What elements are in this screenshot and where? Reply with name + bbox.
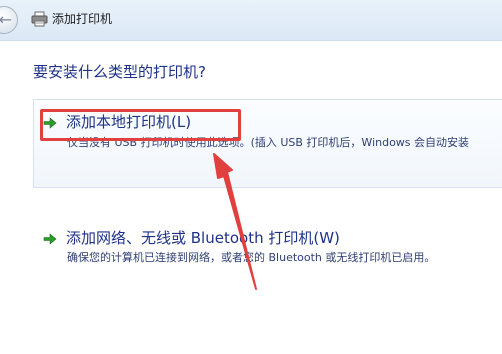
option-network-title[interactable]: 添加网络、无线或 Bluetooth 打印机(W) xyxy=(66,228,340,248)
back-button[interactable]: ← xyxy=(0,6,18,34)
window-title: 添加打印机 xyxy=(52,12,113,26)
annotation-highlight-box xyxy=(40,109,241,141)
green-arrow-icon xyxy=(43,233,57,245)
option-network-description: 确保您的计算机已连接到网络，或者您的 Bluetooth 或无线打印机已启用。 xyxy=(67,251,436,264)
back-arrow-icon: ← xyxy=(0,10,12,29)
title-bar: ← 添加打印机 xyxy=(0,0,502,41)
printer-icon xyxy=(31,11,48,27)
page-heading: 要安装什么类型的打印机? xyxy=(33,63,206,81)
